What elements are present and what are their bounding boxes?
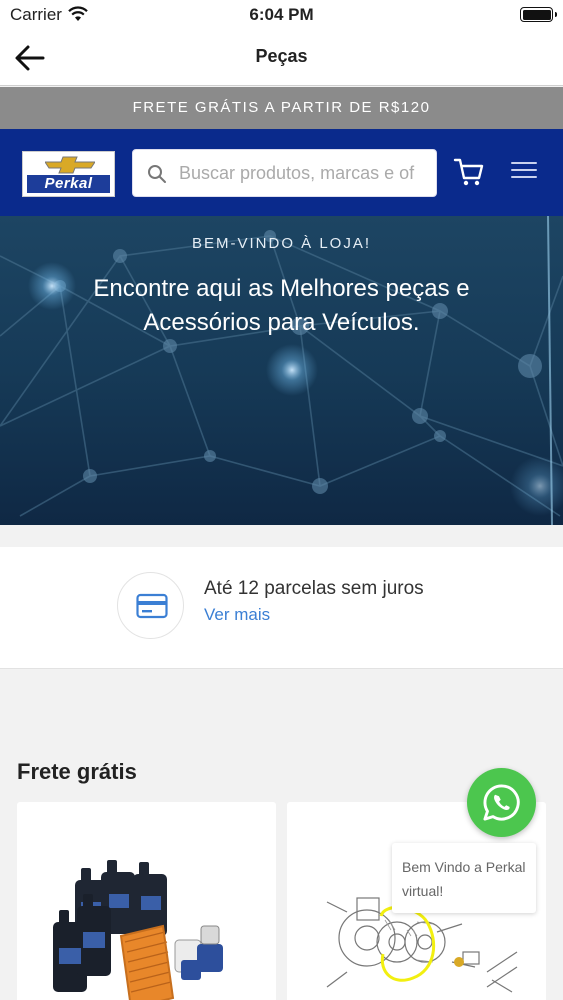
hero-headline-line-2: Acessórios para Veículos. (143, 309, 420, 336)
welcome-kicker: BEM-VINDO À LOJA! (191, 235, 372, 252)
search-bar[interactable] (132, 149, 437, 197)
store-header: Perkal (0, 129, 563, 216)
product-image-oil-bottles (53, 860, 223, 1000)
network-background-image (0, 216, 563, 525)
section-spacer (0, 525, 563, 547)
hero-headline-line-1: Encontre aqui as Melhores peças e (93, 275, 470, 302)
credit-card-icon-circle (117, 572, 184, 639)
logo-wordmark: Perkal (27, 175, 110, 193)
chevrolet-bowtie-icon (45, 156, 95, 174)
search-icon[interactable] (147, 164, 167, 184)
cart-icon[interactable] (453, 156, 485, 188)
page-title: Peças (255, 46, 308, 66)
navigation-bar: Peças (0, 30, 563, 86)
credit-card-icon (136, 593, 168, 619)
chat-welcome-bubble[interactable]: Bem Vindo a Perkal virtual! (392, 843, 536, 913)
free-shipping-section-title: Frete grátis (17, 759, 137, 784)
hero-banner: BEM-VINDO À LOJA! Encontre aqui as Melho… (0, 216, 563, 525)
see-more-link[interactable]: Ver mais (204, 605, 270, 625)
product-card[interactable] (17, 802, 276, 1000)
search-input[interactable] (179, 150, 429, 196)
hamburger-menu-icon[interactable] (511, 162, 537, 182)
status-bar: Carrier 6:04 PM (0, 0, 563, 30)
hero-headline: Encontre aqui as Melhores peças e Acessó… (30, 272, 533, 340)
battery-icon (520, 7, 557, 22)
whatsapp-chat-button[interactable] (467, 768, 536, 837)
free-shipping-banner: FRETE GRÁTIS A PARTIR DE R$120 (0, 87, 563, 129)
clock: 6:04 PM (249, 5, 314, 24)
store-logo[interactable]: Perkal (22, 151, 115, 197)
installments-title: Até 12 parcelas sem juros (204, 578, 424, 599)
whatsapp-icon (483, 784, 520, 821)
installments-info: Até 12 parcelas sem juros Ver mais (0, 547, 563, 669)
